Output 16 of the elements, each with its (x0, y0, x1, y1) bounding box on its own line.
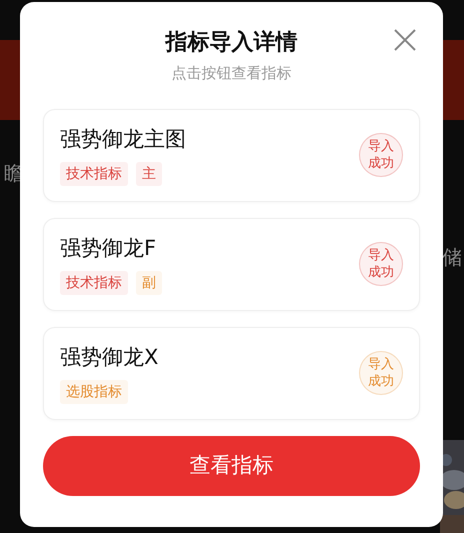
view-indicators-button[interactable]: 查看指标 (43, 436, 420, 496)
dialog-subtitle: 点击按钮查看指标 (170, 63, 292, 84)
tag: 选股指标 (60, 380, 128, 404)
tag: 主 (136, 162, 162, 186)
close-icon[interactable] (393, 28, 417, 52)
status-badge: 导入成功 (359, 133, 403, 177)
tag: 技术指标 (60, 162, 128, 186)
indicator-name: 强势御龙主图 (60, 126, 186, 153)
status-badge: 导入成功 (359, 351, 403, 395)
indicator-name: 强势御龙X (60, 344, 158, 371)
dialog-title: 指标导入详情 (164, 29, 298, 57)
background-text: 储 (442, 247, 462, 267)
tag: 副 (136, 271, 162, 295)
indicator-name: 强势御龙F (60, 235, 158, 262)
status-badge: 导入成功 (359, 242, 403, 286)
tag: 技术指标 (60, 271, 128, 295)
